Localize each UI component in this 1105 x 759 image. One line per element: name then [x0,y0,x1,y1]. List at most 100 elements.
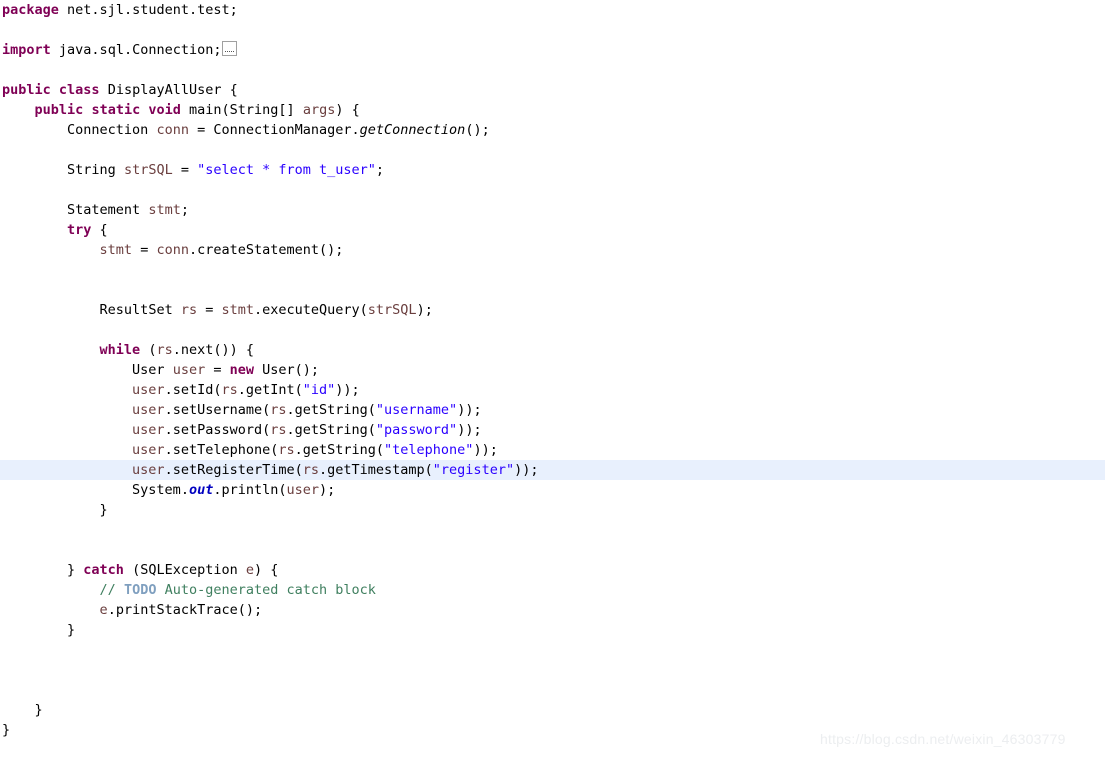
type-resultset: ResultSet [99,302,181,318]
variable-rs: rs [270,402,287,418]
type-statement: Statement [67,202,149,218]
class-system: System. [132,482,189,498]
assign-operator: = [172,162,198,178]
keyword-import: import [2,42,51,58]
class-declaration-name: DisplayAllUser { [107,82,238,98]
code-line[interactable]: user.setUsername(rs.getString("username"… [0,400,1105,420]
code-line[interactable]: } [0,500,1105,520]
variable-user: user [286,482,320,498]
code-line[interactable]: user.setPassword(rs.getString("password"… [0,420,1105,440]
keyword-while: while [99,342,141,358]
variable-rs: rs [156,342,173,358]
code-line[interactable]: try { [0,220,1105,240]
code-line-blank[interactable] [0,140,1105,160]
code-line[interactable]: ResultSet rs = stmt.executeQuery(strSQL)… [0,300,1105,320]
code-line-blank[interactable] [0,280,1105,300]
keyword-public: public [2,82,51,98]
semicolon: ; [375,162,385,178]
code-line-blank[interactable] [0,660,1105,680]
comment-todo-tag: TODO [123,582,157,598]
code-line-blank[interactable] [0,20,1105,40]
keyword-class: class [58,82,100,98]
variable-e: e [245,562,254,578]
variable-user: user [132,402,165,418]
code-line[interactable]: import java.sql.Connection; [0,40,1105,60]
code-line[interactable]: } catch (SQLException e) { [0,560,1105,580]
code-line-blank[interactable] [0,180,1105,200]
code-editor-pane[interactable]: package net.sjl.student.test; import jav… [0,0,1105,759]
variable-stmt: stmt [221,302,254,318]
method-settelephone: .setTelephone( [164,442,279,458]
method-setregistertime: .setRegisterTime( [164,462,303,478]
code-line-blank[interactable] [0,640,1105,660]
keyword-package: package [2,2,59,18]
code-line[interactable]: while (rs.next()) { [0,340,1105,360]
code-line[interactable]: public static void main(String[] args) { [0,100,1105,120]
brace-close: } [67,562,84,578]
code-line-blank[interactable] [0,520,1105,540]
variable-stmt: stmt [99,242,133,258]
code-line[interactable]: System.out.println(user); [0,480,1105,500]
keyword-catch: catch [83,562,124,578]
assign-operator: = [205,362,230,378]
code-line-blank[interactable] [0,260,1105,280]
code-line[interactable]: } [0,700,1105,720]
variable-user: user [132,422,165,438]
code-line-current[interactable]: user.setRegisterTime(rs.getTimestamp("re… [0,460,1105,480]
code-line[interactable]: User user = new User(); [0,360,1105,380]
semicolon: ; [180,202,189,218]
brace-close: } [99,502,108,518]
call-close: )); [335,382,360,398]
call-close: ); [416,302,433,318]
method-printstacktrace: .printStackTrace(); [107,602,263,618]
keyword-try: try [67,222,92,238]
method-getint: .getInt( [237,382,303,398]
code-line[interactable]: Statement stmt; [0,200,1105,220]
code-line-blank[interactable] [0,680,1105,700]
main-signature-tail: ) { [335,102,360,118]
call-close: )); [514,462,539,478]
string-literal-sql: "select * from t_user" [197,162,376,178]
code-line[interactable]: } [0,620,1105,640]
call-close: ); [319,482,336,498]
brace-open: { [91,222,108,238]
brace-close-class: } [2,722,11,738]
assign-operator: = [132,242,157,258]
call-close: )); [457,422,482,438]
import-path: java.sql.Connection; [58,42,222,58]
watermark-url: https://blog.csdn.net/weixin_46303779 [820,731,1066,747]
variable-strsql: strSQL [123,162,173,178]
static-field-out: out [188,482,214,498]
code-line[interactable]: Connection conn = ConnectionManager.getC… [0,120,1105,140]
code-line[interactable]: String strSQL = "select * from t_user"; [0,160,1105,180]
code-line-blank[interactable] [0,320,1105,340]
variable-rs: rs [221,382,238,398]
method-setusername: .setUsername( [164,402,271,418]
brace-close: } [67,622,76,638]
code-line[interactable]: // TODO Auto-generated catch block [0,580,1105,600]
paren-open: ( [140,342,157,358]
code-line[interactable]: user.setTelephone(rs.getString("telephon… [0,440,1105,460]
code-line-blank[interactable] [0,60,1105,80]
code-line[interactable]: e.printStackTrace(); [0,600,1105,620]
code-line[interactable]: package net.sjl.student.test; [0,0,1105,20]
code-line-blank[interactable] [0,540,1105,560]
collapsed-imports-fold-icon[interactable] [222,41,238,56]
code-line[interactable]: public class DisplayAllUser { [0,80,1105,100]
method-createstatement: .createStatement(); [188,242,344,258]
variable-strsql: strSQL [367,302,417,318]
variable-user: user [172,362,206,378]
code-line[interactable]: user.setId(rs.getInt("id")); [0,380,1105,400]
variable-stmt: stmt [148,202,181,218]
code-line[interactable]: stmt = conn.createStatement(); [0,240,1105,260]
